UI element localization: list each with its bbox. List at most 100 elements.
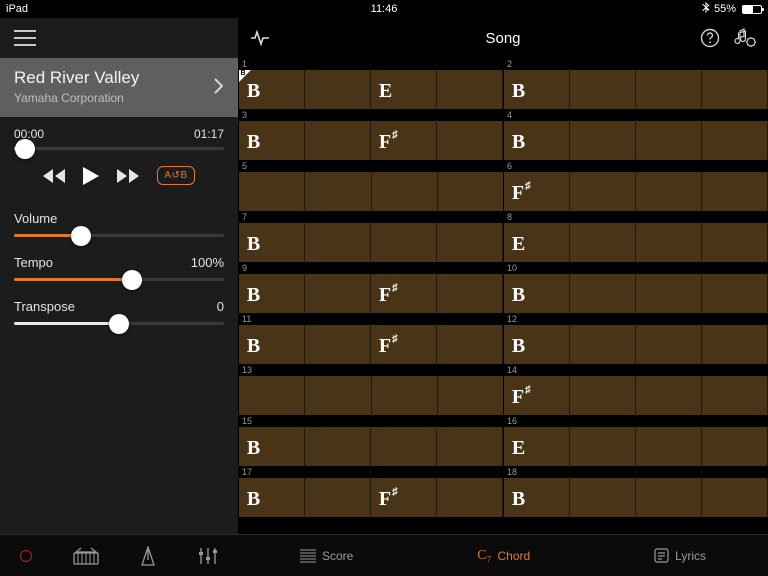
measure[interactable]: B F♯ — [238, 274, 503, 313]
settings-button[interactable] — [734, 28, 756, 48]
measure[interactable]: B — [503, 70, 768, 109]
song-title: Red River Valley — [14, 68, 139, 88]
measure[interactable]: B — [503, 325, 768, 364]
chord-label: E — [512, 437, 525, 460]
bluetooth-icon — [702, 2, 710, 16]
content-title: Song — [485, 30, 520, 47]
chord-label: E — [512, 233, 525, 256]
help-button[interactable] — [700, 28, 720, 48]
hamburger-icon — [14, 30, 36, 46]
status-battery-pct: 55% — [714, 3, 736, 15]
chord-label: B — [512, 335, 525, 358]
measure[interactable]: B F♯ — [238, 478, 503, 517]
measure-number: 17 — [238, 466, 503, 478]
chord-label: F♯ — [379, 284, 397, 307]
score-icon — [300, 549, 316, 563]
song-selector[interactable]: Red River Valley Yamaha Corporation — [0, 58, 238, 117]
play-button[interactable] — [83, 167, 99, 185]
measure-number: 7 — [238, 211, 503, 223]
measure[interactable]: B — [238, 427, 503, 466]
chord-label: F♯ — [379, 131, 397, 154]
chord-label: B — [512, 131, 525, 154]
measure[interactable] — [238, 376, 503, 415]
tab-score[interactable]: Score — [300, 549, 353, 563]
status-time: 11:46 — [371, 3, 398, 15]
measure-number: 9 — [238, 262, 503, 274]
measure[interactable] — [238, 172, 503, 211]
tempo-slider[interactable] — [14, 278, 224, 281]
measure[interactable]: B — [503, 121, 768, 160]
tab-chord[interactable]: C₇ Chord — [477, 548, 530, 564]
measure[interactable]: E — [503, 427, 768, 466]
measure-number: 2 — [503, 58, 768, 70]
measure-number: 11 — [238, 313, 503, 325]
chord-label: B — [247, 284, 260, 307]
measure[interactable]: BBE — [238, 70, 503, 109]
measure-number: 16 — [503, 415, 768, 427]
chord-label: B — [247, 80, 260, 103]
rewind-button[interactable] — [43, 169, 65, 183]
transpose-slider[interactable] — [14, 322, 224, 325]
chord-label: F♯ — [379, 488, 397, 511]
chord-label: E — [379, 80, 392, 103]
ab-loop-button[interactable]: A↺B — [157, 166, 194, 185]
mixer-icon — [198, 547, 218, 565]
chord-label: F♯ — [512, 386, 530, 409]
measure-number: 4 — [503, 109, 768, 121]
volume-slider[interactable] — [14, 234, 224, 237]
measure[interactable]: B — [503, 274, 768, 313]
measure-number: 18 — [503, 466, 768, 478]
chord-label: B — [247, 335, 260, 358]
record-button[interactable] — [20, 550, 32, 562]
lyrics-icon — [654, 548, 669, 563]
fast-forward-button[interactable] — [117, 169, 139, 183]
sidebar: Red River Valley Yamaha Corporation 00:0… — [0, 18, 238, 576]
help-icon — [700, 28, 720, 48]
metronome-icon — [139, 546, 157, 566]
measure[interactable]: F♯ — [503, 376, 768, 415]
chord-label: B — [512, 80, 525, 103]
mixer-button[interactable] — [198, 547, 218, 565]
measure[interactable]: B F♯ — [238, 121, 503, 160]
keyboard-icon — [73, 547, 99, 565]
music-settings-icon — [734, 28, 756, 48]
measure-number: 8 — [503, 211, 768, 223]
measure[interactable]: B — [503, 478, 768, 517]
measure-number: 5 — [238, 160, 503, 172]
keyboard-button[interactable] — [73, 547, 99, 565]
chord-label: B — [512, 284, 525, 307]
chord-grid[interactable]: 12BBEB34BF♯B56F♯78BE910BF♯B1112BF♯B1314F… — [238, 58, 768, 534]
chord-label: F♯ — [379, 335, 397, 358]
transpose-value: 0 — [217, 299, 224, 314]
measure-number: 15 — [238, 415, 503, 427]
measure-number: 1 — [238, 58, 503, 70]
measure-number: 3 — [238, 109, 503, 121]
transpose-label: Transpose — [14, 299, 75, 314]
chord-label: B — [247, 131, 260, 154]
battery-icon — [742, 5, 762, 14]
tempo-value: 100% — [191, 255, 224, 270]
chord-label: B — [247, 437, 260, 460]
measure[interactable]: B F♯ — [238, 325, 503, 364]
measure-number: 6 — [503, 160, 768, 172]
measure[interactable]: B — [238, 223, 503, 262]
tab-lyrics[interactable]: Lyrics — [654, 548, 706, 563]
playback-progress-slider[interactable] — [14, 147, 224, 150]
measure-number: 14 — [503, 364, 768, 376]
song-artist: Yamaha Corporation — [14, 91, 139, 105]
chord-label: B — [247, 488, 260, 511]
measure[interactable]: E — [503, 223, 768, 262]
metronome-button[interactable] — [139, 546, 157, 566]
measure-number: 12 — [503, 313, 768, 325]
chord-label: F♯ — [512, 182, 530, 205]
chord-label: B — [512, 488, 525, 511]
measure-number: 13 — [238, 364, 503, 376]
tempo-label: Tempo — [14, 255, 53, 270]
status-bar: iPad 11:46 55% — [0, 0, 768, 18]
status-device: iPad — [6, 3, 28, 15]
activity-icon[interactable] — [250, 30, 272, 46]
measure[interactable]: F♯ — [503, 172, 768, 211]
menu-button[interactable] — [0, 18, 238, 58]
volume-label: Volume — [14, 211, 57, 226]
content-topbar: Song — [238, 18, 768, 58]
